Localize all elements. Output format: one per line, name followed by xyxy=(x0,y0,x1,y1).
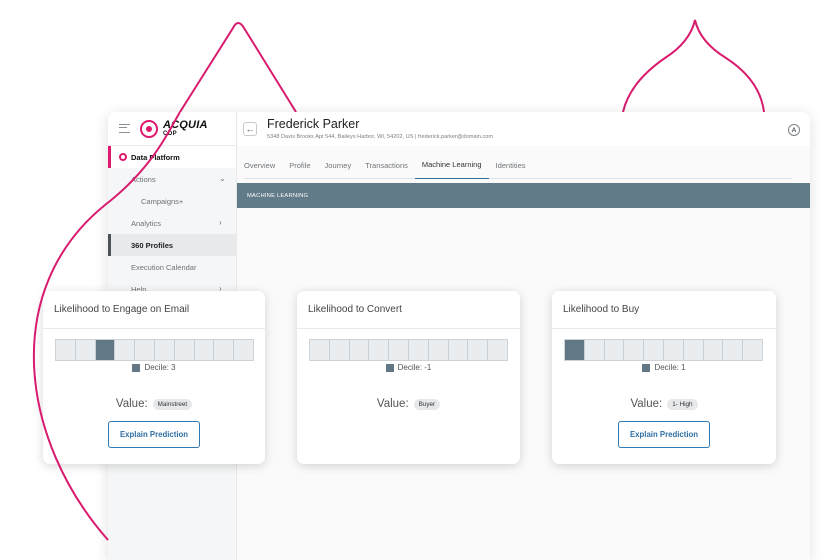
tab-machine-learning[interactable]: Machine Learning xyxy=(414,160,489,179)
decile-cell xyxy=(369,340,390,360)
sidebar-header: ACQUIA CDP xyxy=(108,112,236,146)
decile-cell xyxy=(683,340,704,360)
decile-swatch xyxy=(642,363,651,372)
value-badge: Buyer xyxy=(413,398,441,410)
decile-cell xyxy=(56,340,76,360)
avatar[interactable]: A xyxy=(788,124,800,136)
value-row: Value: Mainstreet xyxy=(43,398,265,410)
value-label: Value: xyxy=(115,398,148,410)
section-title-bar: MACHINE LEARNING xyxy=(237,183,810,208)
decile-legend: Decile: -1 xyxy=(297,363,520,372)
decile-bar xyxy=(309,339,508,361)
decile-bar xyxy=(55,339,254,361)
prediction-card-convert: Likelihood to Convert Decile: -1 Value: … xyxy=(297,291,520,464)
sidebar-item-analytics[interactable]: Analytics › xyxy=(108,212,236,234)
value-row: Value: Buyer xyxy=(297,398,520,410)
sidebar-section-data-platform[interactable]: Data Platform xyxy=(108,146,236,168)
explain-prediction-button[interactable]: Explain Prediction xyxy=(108,421,200,448)
decile-cell xyxy=(488,340,507,360)
sidebar-item-actions[interactable]: Actions ⌄ xyxy=(108,168,236,190)
sidebar-item-execution-calendar[interactable]: Execution Calendar xyxy=(108,256,236,278)
decile-label: Decile: 1 xyxy=(654,363,686,372)
decile-cell xyxy=(408,340,429,360)
chevron-right-icon: › xyxy=(219,218,222,227)
sidebar-section-label: Data Platform xyxy=(131,152,180,162)
decile-swatch xyxy=(385,363,394,372)
decile-legend: Decile: 3 xyxy=(43,363,265,372)
decile-cell xyxy=(604,340,625,360)
profile-tabs: Overview Profile Journey Transactions Ma… xyxy=(237,146,810,179)
acquia-logo[interactable]: ACQUIA CDP xyxy=(140,119,208,138)
sidebar-item-label: Actions xyxy=(131,174,156,184)
tab-identities[interactable]: Identities xyxy=(489,161,533,179)
decile-label: Decile: -1 xyxy=(397,363,432,372)
sidebar-item-label: Analytics xyxy=(131,218,162,228)
sidebar-item-label: Campaigns+ xyxy=(141,196,184,206)
data-platform-icon xyxy=(119,153,127,161)
value-label: Value: xyxy=(630,398,663,410)
decile-swatch xyxy=(132,363,141,372)
decile-cell xyxy=(703,340,724,360)
decile-cell xyxy=(468,340,489,360)
card-title: Likelihood to Buy xyxy=(552,291,776,329)
decile-cell xyxy=(174,340,195,360)
decile-cell xyxy=(584,340,605,360)
value-label: Value: xyxy=(376,398,409,410)
decile-cell xyxy=(565,340,585,360)
hamburger-menu-icon[interactable] xyxy=(119,124,130,133)
sidebar-item-campaigns[interactable]: Campaigns+ xyxy=(108,190,236,212)
decile-cell xyxy=(194,340,215,360)
decile-cell xyxy=(310,340,330,360)
decile-label: Decile: 3 xyxy=(144,363,176,372)
logo-sub: CDP xyxy=(163,131,178,137)
decile-cell xyxy=(154,340,175,360)
profile-name: Frederick Parker xyxy=(267,117,360,132)
value-badge: 1- High xyxy=(667,398,698,410)
prediction-card-buy: Likelihood to Buy Decile: 1 Value: 1- Hi… xyxy=(552,291,776,464)
profile-address: 5348 Davis Brooks Apt 544, Baileys Harbo… xyxy=(267,133,494,140)
chevron-down-icon: ⌄ xyxy=(219,174,226,183)
decile-bar xyxy=(564,339,763,361)
card-title: Likelihood to Engage on Email xyxy=(43,291,265,329)
tab-transactions[interactable]: Transactions xyxy=(358,161,415,179)
decile-cell xyxy=(743,340,762,360)
profile-header: ← Frederick Parker 5348 Davis Brooks Apt… xyxy=(237,112,810,146)
decile-legend: Decile: 1 xyxy=(552,363,776,372)
sidebar-item-label: Execution Calendar xyxy=(131,262,197,272)
sidebar-item-label: 360 Profiles xyxy=(131,240,174,250)
card-title: Likelihood to Convert xyxy=(297,291,520,329)
decile-cell xyxy=(723,340,744,360)
decile-cell xyxy=(624,340,645,360)
decile-cell xyxy=(644,340,664,360)
decile-cell xyxy=(329,340,350,360)
decile-cell xyxy=(448,340,469,360)
value-badge: Mainstreet xyxy=(152,398,193,410)
decile-cell xyxy=(428,340,449,360)
decile-cell xyxy=(95,340,116,360)
decile-cell xyxy=(234,340,253,360)
decile-cell xyxy=(214,340,235,360)
acquia-logo-icon xyxy=(140,119,158,138)
decile-cell xyxy=(349,340,370,360)
value-row: Value: 1- High xyxy=(552,398,776,410)
explain-prediction-button[interactable]: Explain Prediction xyxy=(618,421,710,448)
logo-name: ACQUIA xyxy=(163,119,208,131)
decile-cell xyxy=(75,340,96,360)
prediction-card-engage-email: Likelihood to Engage on Email Decile: 3 … xyxy=(43,291,265,464)
decile-cell xyxy=(135,340,155,360)
decile-cell xyxy=(115,340,136,360)
decile-cell xyxy=(389,340,409,360)
tab-overview[interactable]: Overview xyxy=(244,161,282,179)
decile-cell xyxy=(663,340,684,360)
tab-profile[interactable]: Profile xyxy=(282,161,317,179)
tab-journey[interactable]: Journey xyxy=(318,161,359,179)
sidebar-item-360-profiles[interactable]: 360 Profiles xyxy=(108,234,236,256)
back-arrow-icon[interactable]: ← xyxy=(243,122,257,136)
